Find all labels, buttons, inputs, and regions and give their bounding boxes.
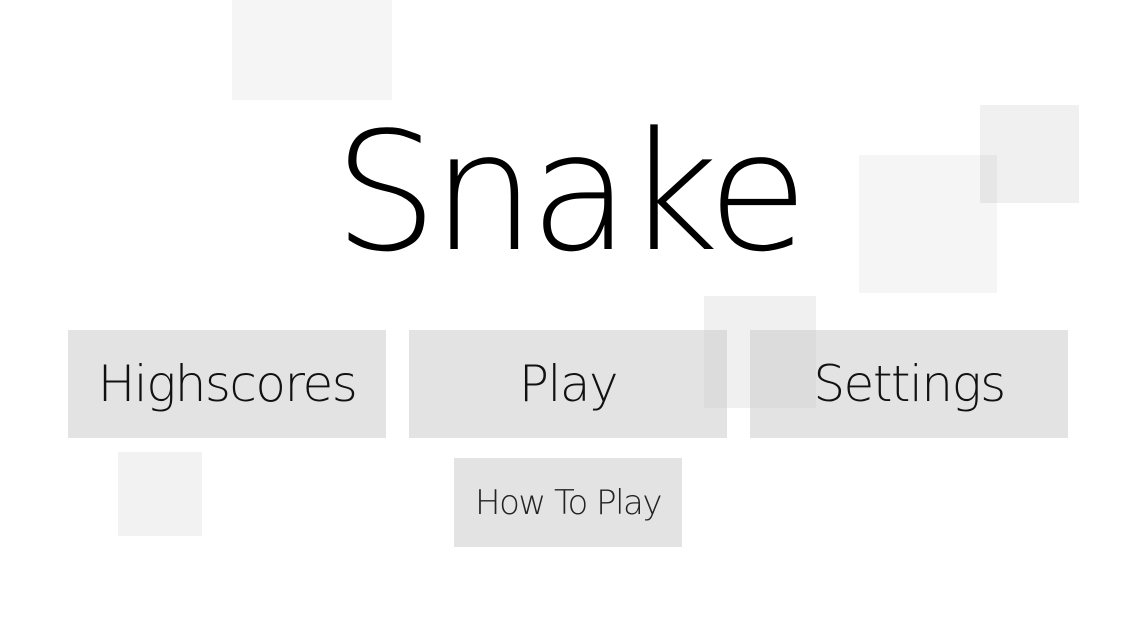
main-menu-screen: Snake Highscores Play Settings How To Pl…: [0, 0, 1136, 640]
how-to-play-button[interactable]: How To Play: [454, 458, 682, 547]
game-title: Snake: [333, 97, 809, 288]
highscores-button[interactable]: Highscores: [68, 330, 386, 438]
how-to-play-button-label: How To Play: [475, 482, 663, 523]
decorative-square: [118, 452, 202, 536]
settings-button[interactable]: Settings: [750, 330, 1068, 438]
play-button-label: Play: [518, 355, 619, 413]
decorative-square: [232, 0, 392, 100]
settings-button-label: Settings: [813, 355, 1006, 413]
highscores-button-label: Highscores: [97, 355, 358, 413]
play-button[interactable]: Play: [409, 330, 727, 438]
